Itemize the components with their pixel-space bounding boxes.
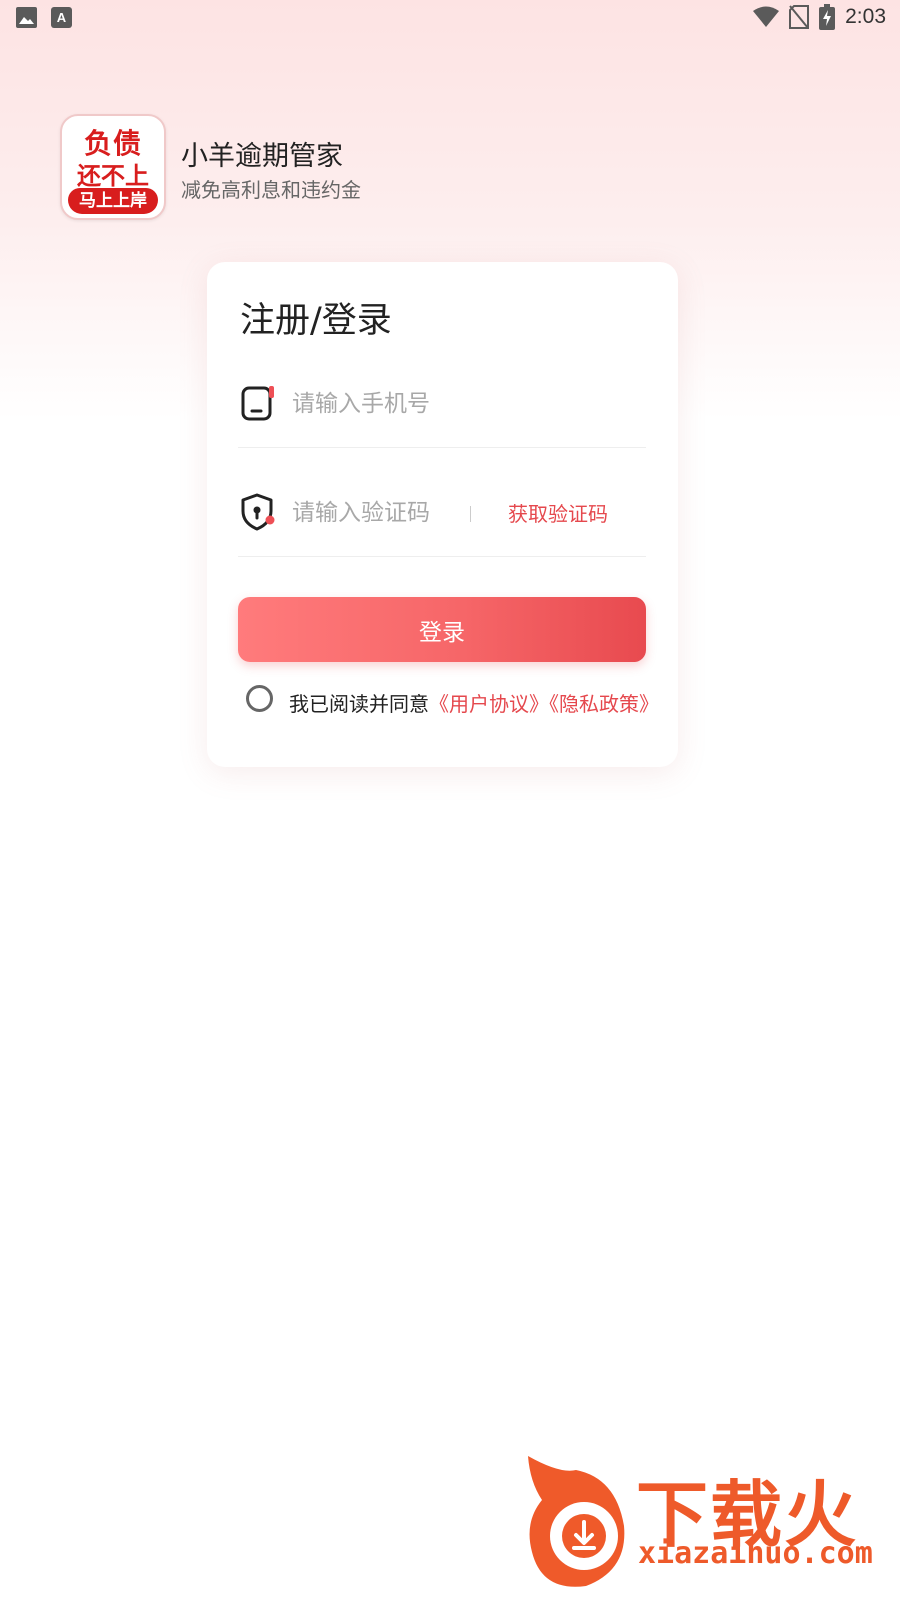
font-icon: A	[51, 7, 72, 28]
phone-input[interactable]	[292, 386, 492, 422]
agreement-radio[interactable]	[246, 685, 273, 712]
phone-icon	[241, 386, 274, 421]
code-input[interactable]	[292, 495, 492, 531]
phone-field	[238, 362, 646, 448]
privacy-policy-link[interactable]: 《隐私政策》	[549, 692, 659, 716]
card-title: 注册/登录	[240, 301, 392, 341]
watermark-flame-icon	[528, 1456, 625, 1587]
no-sim-icon	[789, 5, 810, 29]
status-time: 2:03	[845, 5, 886, 28]
user-agreement-link[interactable]: 《用户协议》	[429, 692, 549, 716]
shield-lock-icon	[241, 493, 275, 531]
watermark: 下载火 xiazaihuo.com	[520, 1452, 890, 1594]
status-left-icons: A	[16, 7, 72, 28]
watermark-url: xiazaihuo.com	[638, 1536, 873, 1571]
image-icon	[16, 7, 37, 28]
login-card: 注册/登录 获取验证码 登录 我已阅读并同意《用户协议》《隐私政策》	[207, 262, 678, 767]
code-divider	[470, 506, 471, 522]
agreement-row: 我已阅读并同意《用户协议》《隐私政策》	[245, 684, 675, 716]
get-code-button[interactable]: 获取验证码	[508, 498, 608, 527]
status-bar: A 2:03	[0, 0, 900, 36]
app-subtitle: 减免高利息和违约金	[181, 178, 361, 202]
wifi-icon	[753, 6, 780, 27]
agreement-text: 我已阅读并同意《用户协议》《隐私政策》	[289, 688, 659, 717]
code-field: 获取验证码	[238, 471, 646, 557]
login-button[interactable]: 登录	[238, 597, 646, 662]
app-name: 小羊逾期管家	[181, 141, 343, 172]
status-right-icons: 2:03	[753, 4, 886, 30]
battery-charging-icon	[819, 4, 836, 30]
logo-banner: 马上上岸	[68, 188, 158, 214]
agreement-prefix: 我已阅读并同意	[289, 692, 429, 716]
app-logo: 负债 还不上 马上上岸	[60, 114, 166, 220]
logo-line2: 还不上	[77, 162, 149, 190]
